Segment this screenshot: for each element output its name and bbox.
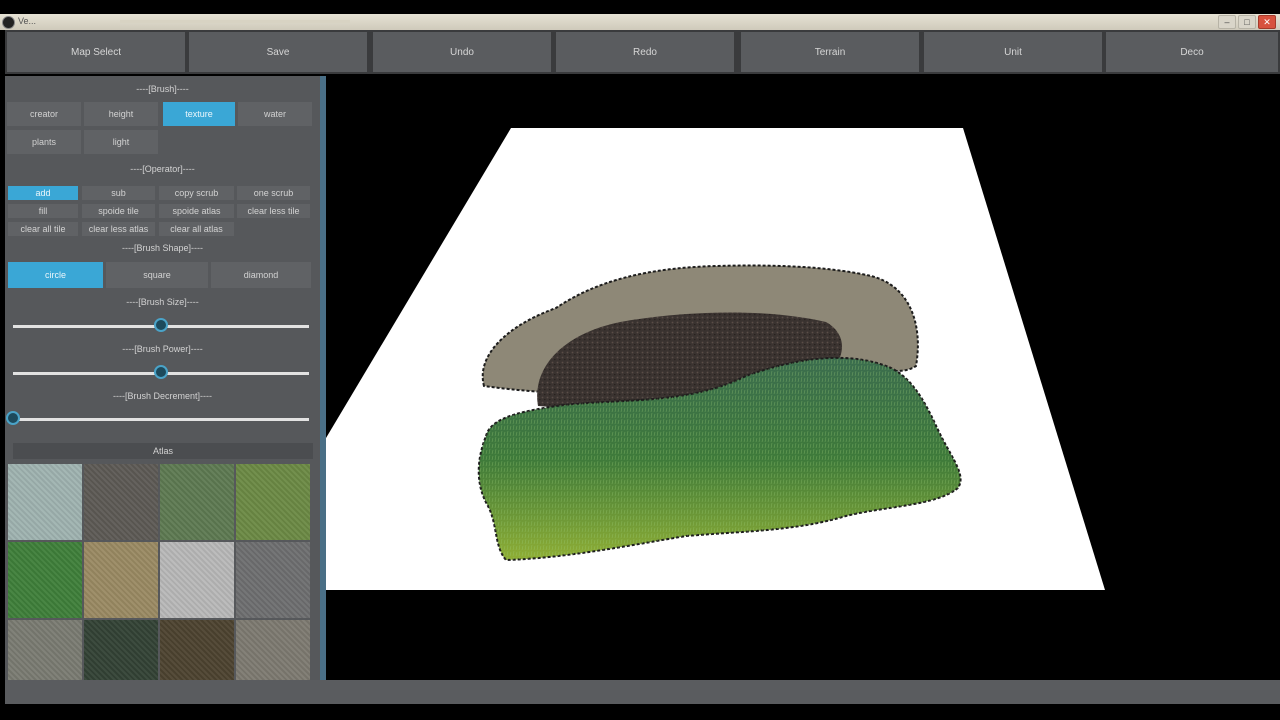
atlas-tile-green-grass-texture[interactable] bbox=[236, 464, 310, 540]
brush-decrement-slider[interactable] bbox=[6, 411, 309, 425]
brush-power-section-title: ----[Brush Power]---- bbox=[122, 344, 203, 354]
brush-power-slider[interactable] bbox=[13, 365, 309, 379]
brush-tab-texture[interactable]: texture bbox=[163, 102, 235, 126]
operator-section-title: ----[Operator]---- bbox=[130, 164, 195, 174]
redo-button[interactable]: Redo bbox=[556, 32, 734, 72]
unit-button[interactable]: Unit bbox=[924, 32, 1102, 72]
window-title-bar: Ve... – □ ✕ bbox=[0, 14, 1280, 30]
main-toolbar: Map Select Save Undo Redo Terrain Unit D… bbox=[5, 30, 1280, 74]
brush-power-slider-handle[interactable] bbox=[154, 365, 168, 379]
map-viewport[interactable] bbox=[326, 76, 1280, 680]
atlas-tile-sand-texture[interactable] bbox=[84, 542, 158, 618]
brush-tab-height[interactable]: height bbox=[84, 102, 158, 126]
terrain-button[interactable]: Terrain bbox=[741, 32, 919, 72]
title-caption-bar bbox=[120, 20, 350, 23]
atlas-tile-bright-grass-texture[interactable] bbox=[8, 542, 82, 618]
brush-panel: ----[Brush]---- creator height texture w… bbox=[5, 76, 320, 696]
operator-sub[interactable]: sub bbox=[82, 186, 155, 200]
operator-clear-all-atlas[interactable]: clear all atlas bbox=[159, 222, 234, 236]
atlas-tile-gravel-texture[interactable] bbox=[84, 464, 158, 540]
maximize-icon[interactable]: □ bbox=[1238, 15, 1256, 29]
brush-size-section-title: ----[Brush Size]---- bbox=[126, 297, 199, 307]
brush-tab-creator[interactable]: creator bbox=[7, 102, 81, 126]
brush-section-title: ----[Brush]---- bbox=[136, 84, 189, 94]
brush-tab-water[interactable]: water bbox=[238, 102, 312, 126]
brush-tab-light[interactable]: light bbox=[84, 130, 158, 154]
terrain-canvas[interactable] bbox=[326, 76, 1280, 680]
brush-size-slider[interactable] bbox=[13, 318, 309, 332]
atlas-tile-pale-water-texture[interactable] bbox=[8, 464, 82, 540]
brush-shape-section-title: ----[Brush Shape]---- bbox=[121, 243, 203, 253]
close-icon[interactable]: ✕ bbox=[1258, 15, 1276, 29]
window-controls: – □ ✕ bbox=[1218, 15, 1276, 29]
brush-size-slider-handle[interactable] bbox=[154, 318, 168, 332]
brush-tab-plants[interactable]: plants bbox=[7, 130, 81, 154]
operator-clear-all-tile[interactable]: clear all tile bbox=[8, 222, 78, 236]
shape-diamond[interactable]: diamond bbox=[211, 262, 311, 288]
shape-square[interactable]: square bbox=[106, 262, 208, 288]
operator-clear-less-atlas[interactable]: clear less atlas bbox=[82, 222, 155, 236]
atlas-header: Atlas bbox=[13, 443, 313, 459]
operator-fill[interactable]: fill bbox=[8, 204, 78, 218]
shape-circle[interactable]: circle bbox=[8, 262, 103, 288]
atlas-tile-stone-texture[interactable] bbox=[236, 542, 310, 618]
bottom-letterbox bbox=[0, 704, 1280, 720]
status-bar bbox=[5, 680, 1280, 704]
brush-decrement-slider-handle[interactable] bbox=[6, 411, 20, 425]
atlas-tile-snow-texture[interactable] bbox=[160, 542, 234, 618]
save-button[interactable]: Save bbox=[189, 32, 367, 72]
app-icon bbox=[2, 16, 15, 29]
brush-decrement-section-title: ----[Brush Decrement]---- bbox=[112, 391, 212, 401]
window-title: Ve... bbox=[18, 16, 37, 26]
atlas-tile-mossy-grass-texture[interactable] bbox=[160, 464, 234, 540]
operator-copy-scrub[interactable]: copy scrub bbox=[159, 186, 234, 200]
operator-spoide-atlas[interactable]: spoide atlas bbox=[159, 204, 234, 218]
operator-clear-less-tile[interactable]: clear less tile bbox=[237, 204, 310, 218]
minimize-icon[interactable]: – bbox=[1218, 15, 1236, 29]
map-select-button[interactable]: Map Select bbox=[7, 32, 185, 72]
operator-add[interactable]: add bbox=[8, 186, 78, 200]
undo-button[interactable]: Undo bbox=[373, 32, 551, 72]
operator-spoide-tile[interactable]: spoide tile bbox=[82, 204, 155, 218]
operator-one-scrub[interactable]: one scrub bbox=[237, 186, 310, 200]
deco-button[interactable]: Deco bbox=[1106, 32, 1278, 72]
